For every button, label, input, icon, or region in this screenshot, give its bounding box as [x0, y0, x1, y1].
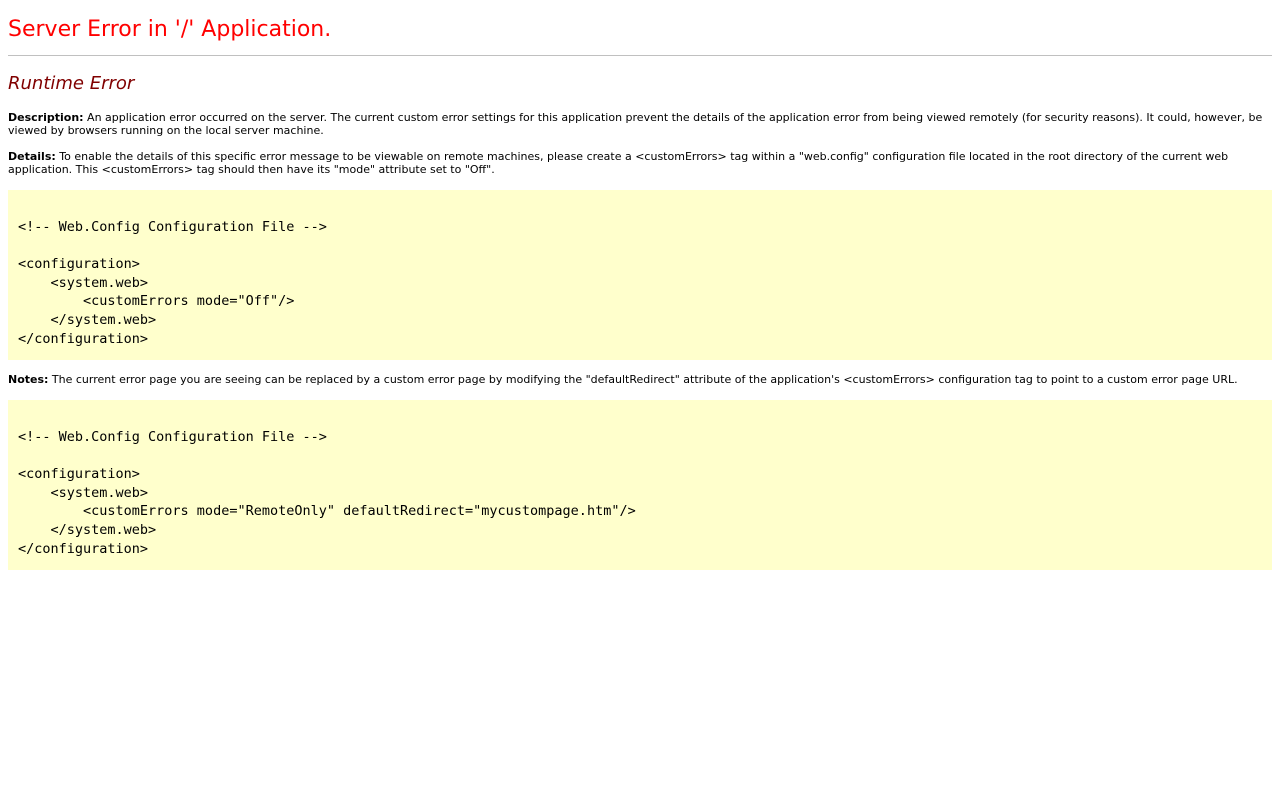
code-line: </system.web>	[18, 311, 157, 328]
code-line: <!-- Web.Config Configuration File -->	[18, 429, 327, 445]
code-line: <customErrors mode="Off"/>	[18, 293, 295, 310]
notes-label: Notes:	[8, 373, 49, 386]
error-page: Server Error in '/' Application. Runtime…	[0, 0, 1280, 570]
config-code-block-off: <!-- Web.Config Configuration File --> <c…	[8, 190, 1272, 360]
code-line: </system.web>	[18, 521, 157, 538]
description-text: An application error occurred on the ser…	[8, 111, 1263, 137]
description-label: Description:	[8, 111, 84, 124]
code-line: <configuration>	[18, 256, 140, 273]
code-line: </configuration>	[18, 330, 149, 347]
error-subtitle: Runtime Error	[8, 73, 135, 94]
details-text: To enable the details of this specific e…	[8, 150, 1229, 176]
config-code-block-remoteonly: <!-- Web.Config Configuration File --> <c…	[8, 400, 1272, 570]
notes-paragraph: Notes: The current error page you are se…	[8, 373, 1272, 386]
code-line: <customErrors mode="RemoteOnly" defaultR…	[18, 503, 636, 520]
code-line: <system.web>	[18, 274, 149, 291]
details-label: Details:	[8, 150, 56, 163]
description-paragraph: Description: An application error occurr…	[8, 111, 1272, 137]
details-paragraph: Details: To enable the details of this s…	[8, 150, 1272, 176]
code-line: <!-- Web.Config Configuration File -->	[18, 219, 327, 235]
code-line: <configuration>	[18, 466, 140, 483]
notes-text: The current error page you are seeing ca…	[48, 373, 1238, 386]
code-line: <system.web>	[18, 484, 149, 501]
page-title: Server Error in '/' Application.	[8, 17, 332, 42]
code-line: </configuration>	[18, 540, 149, 557]
